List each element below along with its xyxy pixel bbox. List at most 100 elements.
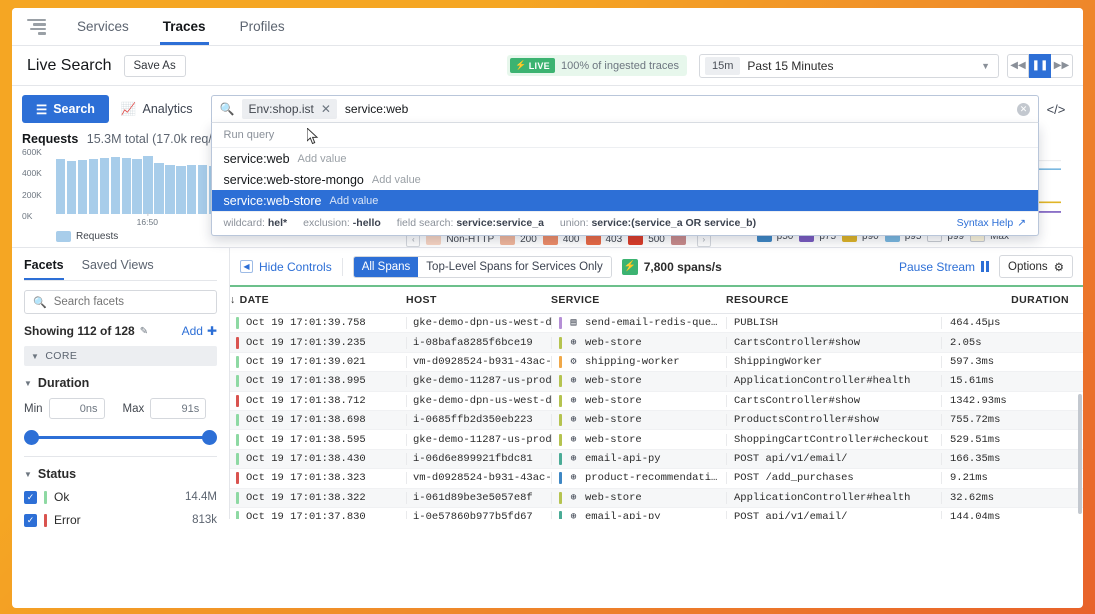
table-row[interactable]: Oct 19 17:01:37.830 i-0e57860b977b5fd67 …	[230, 508, 1083, 519]
column-header-host[interactable]: HOST	[406, 287, 551, 313]
suggestion-action: Add value	[329, 195, 378, 207]
status-filter-error[interactable]: ✓ Error 813k	[24, 513, 217, 527]
search-input[interactable]: 🔍 Env:shop.ist ✕ service:web ✕	[211, 95, 1039, 123]
pause-stream-button[interactable]: Pause Stream	[899, 260, 989, 274]
edit-icon[interactable]: ✎	[140, 326, 148, 337]
cell-resource: POST api/v1/email/	[726, 453, 941, 465]
sidebar-tabs: Facets Saved Views	[24, 248, 217, 281]
slider-knob-max[interactable]	[202, 430, 217, 445]
cell-resource: PUBLISH	[726, 317, 941, 329]
bar[interactable]	[176, 166, 185, 214]
duration-slider[interactable]	[24, 429, 217, 445]
facet-search-box[interactable]: 🔍	[24, 290, 217, 314]
vertical-scrollbar[interactable]	[1078, 394, 1082, 514]
table-row[interactable]: Oct 19 17:01:38.323 vm-d0928524-b931-43a…	[230, 469, 1083, 488]
service-value: product-recommendati…	[585, 472, 717, 484]
bar[interactable]	[89, 159, 98, 214]
tab-saved-views[interactable]: Saved Views	[82, 248, 154, 280]
cell-resource: ShoppingCartController#checkout	[726, 434, 941, 446]
bar[interactable]	[56, 159, 65, 214]
column-header-duration[interactable]: DURATION	[941, 287, 1083, 313]
analytics-tab-button[interactable]: 📈 Analytics	[109, 95, 205, 123]
table-row[interactable]: Oct 19 17:01:38.595 gke-demo-11287-us-pr…	[230, 430, 1083, 449]
cell-date: Oct 19 17:01:38.995	[230, 375, 406, 387]
globe-icon: ⊕	[568, 434, 579, 446]
nav-item-services[interactable]: Services	[60, 8, 146, 45]
top-level-spans-option[interactable]: Top-Level Spans for Services Only	[418, 257, 610, 277]
clear-query-icon[interactable]: ✕	[1017, 103, 1030, 116]
facet-status-header[interactable]: ▼ Status	[24, 467, 217, 481]
facet-duration-header[interactable]: ▼ Duration	[24, 376, 217, 390]
bar[interactable]	[154, 163, 163, 214]
bar[interactable]	[78, 160, 87, 214]
max-label: Max	[123, 403, 145, 415]
suggestion-label: service:web-store-mongo	[224, 173, 364, 187]
tab-facets[interactable]: Facets	[24, 248, 64, 280]
column-header-resource[interactable]: RESOURCE	[726, 287, 941, 313]
bar[interactable]	[165, 165, 174, 214]
bar[interactable]	[132, 159, 141, 214]
all-spans-option[interactable]: All Spans	[354, 257, 419, 277]
table-row[interactable]: Oct 19 17:01:38.430 i-06d6e899921fbdc81 …	[230, 450, 1083, 469]
bar[interactable]	[67, 161, 76, 214]
status-filter-ok[interactable]: ✓ Ok 14.4M	[24, 490, 217, 504]
status-count: 813k	[192, 514, 217, 526]
forward-button[interactable]: ▶▶	[1051, 54, 1073, 78]
add-facet-button[interactable]: Add ✚	[182, 324, 217, 338]
bar[interactable]	[122, 158, 131, 214]
cell-service: ⊕ web-store	[551, 492, 726, 504]
slider-knob-min[interactable]	[24, 430, 39, 445]
search-facets-input[interactable]	[54, 296, 208, 308]
status-indicator	[236, 375, 239, 387]
table-row[interactable]: Oct 19 17:01:38.995 gke-demo-11287-us-pr…	[230, 372, 1083, 391]
checkbox-checked-icon[interactable]: ✓	[24, 491, 37, 504]
date-value: Oct 19 17:01:39.758	[246, 317, 366, 329]
bar[interactable]	[100, 158, 109, 214]
traces-table-body[interactable]: Oct 19 17:01:39.758 gke-demo-dpn-us-west…	[230, 314, 1083, 519]
status-indicator	[236, 337, 239, 349]
table-row[interactable]: Oct 19 17:01:39.021 vm-d0928524-b931-43a…	[230, 353, 1083, 372]
bar[interactable]	[198, 165, 207, 214]
table-row[interactable]: Oct 19 17:01:38.698 i-0685ffb2d350eb223 …	[230, 411, 1083, 430]
nav-item-traces[interactable]: Traces	[146, 8, 223, 45]
hint-union: union: service:(service_a OR service_b)	[560, 217, 756, 229]
duration-min-input[interactable]: 0ns	[49, 398, 105, 419]
datadog-menu-icon	[27, 19, 46, 35]
facet-group-core[interactable]: ▼ CORE	[24, 346, 217, 366]
save-as-button[interactable]: Save As	[124, 55, 186, 77]
rewind-button[interactable]: ◀◀	[1007, 54, 1029, 78]
suggestion-item[interactable]: service:web Add value	[212, 148, 1038, 169]
suggestion-item-selected[interactable]: service:web-store Add value	[212, 190, 1038, 211]
cell-service: ▤ send-email-redis-que…	[551, 317, 726, 329]
legend-item[interactable]: Requests	[56, 231, 118, 242]
column-header-date[interactable]: ↓DATE	[230, 287, 406, 313]
column-header-service[interactable]: SERVICE	[551, 287, 726, 313]
duration-max-input[interactable]: 91s	[150, 398, 206, 419]
cell-date: Oct 19 17:01:38.595	[230, 434, 406, 446]
chevron-down-icon: ▼	[31, 352, 39, 361]
nav-item-profiles[interactable]: Profiles	[223, 8, 302, 45]
search-tab-button[interactable]: ☰ Search	[22, 95, 109, 123]
close-icon[interactable]: ✕	[321, 102, 331, 116]
suggestion-item[interactable]: service:web-store-mongo Add value	[212, 169, 1038, 190]
run-query-hint[interactable]: Run query	[212, 123, 1038, 148]
bar[interactable]	[143, 156, 152, 214]
time-range-selector[interactable]: 15m Past 15 Minutes ▼	[699, 54, 999, 78]
table-row[interactable]: Oct 19 17:01:38.322 i-061d89be3e5057e8f …	[230, 489, 1083, 508]
options-button[interactable]: Options ⚙	[999, 255, 1073, 278]
table-row[interactable]: Oct 19 17:01:38.712 gke-demo-dpn-us-west…	[230, 392, 1083, 411]
bar[interactable]	[187, 165, 196, 214]
facets-count: Showing 112 of 128	[24, 324, 135, 338]
table-row[interactable]: Oct 19 17:01:39.758 gke-demo-dpn-us-west…	[230, 314, 1083, 333]
code-view-icon[interactable]: </>	[1039, 95, 1073, 123]
checkbox-checked-icon[interactable]: ✓	[24, 514, 37, 527]
hide-controls-button[interactable]: ◀ Hide Controls	[240, 260, 332, 274]
live-search-bar: Live Search Save As ⚡LIVE 100% of ingest…	[12, 46, 1083, 86]
menu-icon[interactable]	[12, 8, 60, 45]
pause-button[interactable]: ❚❚	[1029, 54, 1051, 78]
bar[interactable]	[111, 157, 120, 214]
table-row[interactable]: Oct 19 17:01:39.235 i-08bafa8285f6bce19 …	[230, 333, 1083, 352]
syntax-help-link[interactable]: Syntax Help↗	[957, 217, 1026, 229]
filter-tag-chip[interactable]: Env:shop.ist ✕	[242, 99, 336, 119]
service-value: web-store	[585, 434, 642, 446]
